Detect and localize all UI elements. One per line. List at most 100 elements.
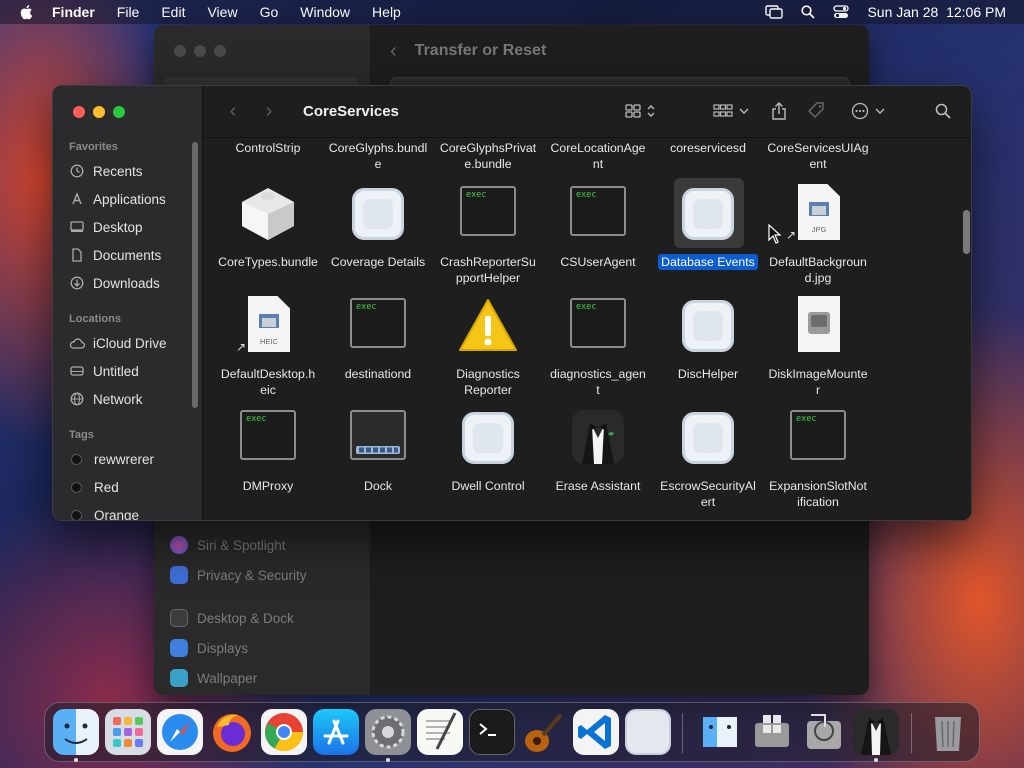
settings-back-icon[interactable]: ‹ <box>390 40 397 63</box>
dock-disk-utility[interactable] <box>801 709 847 755</box>
settings-icon <box>371 715 405 749</box>
applications-icon <box>69 191 85 207</box>
exec-tag: exec <box>576 190 597 200</box>
sidebar-item-icloud[interactable]: iCloud Drive <box>69 331 193 355</box>
sidebar-item-label: Untitled <box>93 363 139 379</box>
sidebar-item-applications[interactable]: Applications <box>69 187 193 211</box>
dock-garageband[interactable] <box>521 709 567 755</box>
sidebar-item-recents[interactable]: Recents <box>69 159 193 183</box>
finder-icon <box>64 723 88 744</box>
sidebar-tag-orange[interactable]: Orange <box>69 503 193 520</box>
settings-close-button[interactable] <box>174 45 186 57</box>
menu-view[interactable]: View <box>207 4 237 20</box>
vscode-icon <box>578 715 611 749</box>
clock-icon <box>69 163 85 179</box>
minimize-button[interactable] <box>93 106 105 118</box>
sidebar-tag-red[interactable]: Red <box>69 475 193 499</box>
forward-button[interactable]: › <box>251 100 287 123</box>
sidebar-item-label: rewwrerer <box>94 451 155 467</box>
dock-trash[interactable] <box>925 709 971 755</box>
file-label: DMProxy <box>242 479 294 493</box>
search-icon[interactable] <box>801 5 816 19</box>
content-scrollbar[interactable] <box>963 210 970 254</box>
dock-textedit[interactable] <box>417 709 463 755</box>
exec-tag: exec <box>356 302 377 312</box>
dock <box>44 702 980 762</box>
apple-icon[interactable] <box>18 3 36 21</box>
menu-go[interactable]: Go <box>260 4 279 20</box>
close-button[interactable] <box>73 106 85 118</box>
dock-chrome[interactable] <box>261 709 307 755</box>
screen-mirroring-icon[interactable] <box>765 5 784 19</box>
sidebar-item-documents[interactable]: Documents <box>69 243 193 267</box>
sidebar-item-label: Documents <box>93 247 162 263</box>
dock-safari[interactable] <box>157 709 203 755</box>
settings-item-wallpaper[interactable]: Wallpaper <box>170 666 257 690</box>
menu-help[interactable]: Help <box>372 4 401 20</box>
sidebar-item-label: Desktop <box>93 219 143 235</box>
tag-button[interactable] <box>807 100 827 122</box>
sidebar-item-downloads[interactable]: Downloads <box>69 271 193 295</box>
dock-terminal[interactable] <box>469 709 515 755</box>
exec-tag: exec <box>466 190 487 200</box>
settings-zoom-button[interactable] <box>214 45 226 57</box>
file-label: coreservicesd <box>670 141 746 155</box>
dock-vscode[interactable] <box>573 709 619 755</box>
sidebar-tag-rewwrerer[interactable]: rewwrerer <box>69 447 193 471</box>
menu-window[interactable]: Window <box>300 4 350 20</box>
dock-system-settings[interactable] <box>365 709 411 755</box>
dock-icon <box>170 609 188 627</box>
dock-app-icon <box>348 408 408 468</box>
exec-icon: exec <box>568 184 628 244</box>
action-button[interactable] <box>851 100 885 122</box>
search-button[interactable] <box>935 100 951 122</box>
dock-bootcamp[interactable] <box>749 709 795 755</box>
settings-item-desktop-dock[interactable]: Desktop & Dock <box>170 606 294 630</box>
back-button[interactable]: ‹ <box>215 100 251 123</box>
dock-erase-assistant[interactable] <box>853 709 899 755</box>
file-type-label: HEIC <box>260 337 278 346</box>
view-mode-button[interactable] <box>625 100 656 122</box>
exec-icon: exec <box>788 408 848 468</box>
file-label: Erase Assistant <box>555 479 641 493</box>
file-label: CoreTypes.bundle <box>218 255 318 269</box>
cloud-icon <box>69 335 85 351</box>
control-center-icon[interactable] <box>833 5 850 19</box>
dock-migration-assistant[interactable] <box>697 709 743 755</box>
sidebar-item-network[interactable]: Network <box>69 387 193 411</box>
tuxedo-icon <box>861 717 891 755</box>
dock-launchpad[interactable] <box>105 709 151 755</box>
trash-icon <box>935 717 961 751</box>
share-button[interactable] <box>771 100 787 122</box>
settings-item-siri[interactable]: Siri & Spotlight <box>170 533 286 557</box>
group-button[interactable] <box>713 100 749 122</box>
settings-item-displays[interactable]: Displays <box>170 636 248 660</box>
tags-section-title: Tags <box>69 429 94 441</box>
tuxedo-icon <box>568 408 628 468</box>
blank-app-icon <box>627 711 669 753</box>
dock-firefox[interactable] <box>209 709 255 755</box>
dock-finder[interactable] <box>53 709 99 755</box>
safari-icon <box>162 714 198 750</box>
sidebar-item-untitled[interactable]: Untitled <box>69 359 193 383</box>
disk-image-icon <box>788 296 848 356</box>
finder-sidebar: Favorites Recents Applications Desktop D… <box>53 86 203 520</box>
finder-window: Favorites Recents Applications Desktop D… <box>52 85 972 521</box>
settings-page-title: Transfer or Reset <box>414 42 547 59</box>
exec-tag: exec <box>796 414 817 424</box>
file-label: ControlStrip <box>235 141 301 155</box>
dock-blank-app[interactable] <box>625 709 671 755</box>
settings-minimize-button[interactable] <box>194 45 206 57</box>
menu-datetime[interactable]: Sun Jan 28 12:06 PM <box>867 4 1006 20</box>
settings-item-label: Siri & Spotlight <box>197 537 286 553</box>
sidebar-scrollbar[interactable] <box>192 142 198 408</box>
menu-file[interactable]: File <box>117 4 140 20</box>
file-label: CoreGlyphsPrivat e.bundle <box>439 141 537 171</box>
textedit-icon <box>426 712 457 750</box>
settings-item-privacy[interactable]: Privacy & Security <box>170 563 307 587</box>
menu-app-name[interactable]: Finder <box>52 4 95 20</box>
zoom-button[interactable] <box>113 106 125 118</box>
menu-edit[interactable]: Edit <box>161 4 185 20</box>
dock-app-store[interactable] <box>313 709 359 755</box>
sidebar-item-desktop[interactable]: Desktop <box>69 215 193 239</box>
